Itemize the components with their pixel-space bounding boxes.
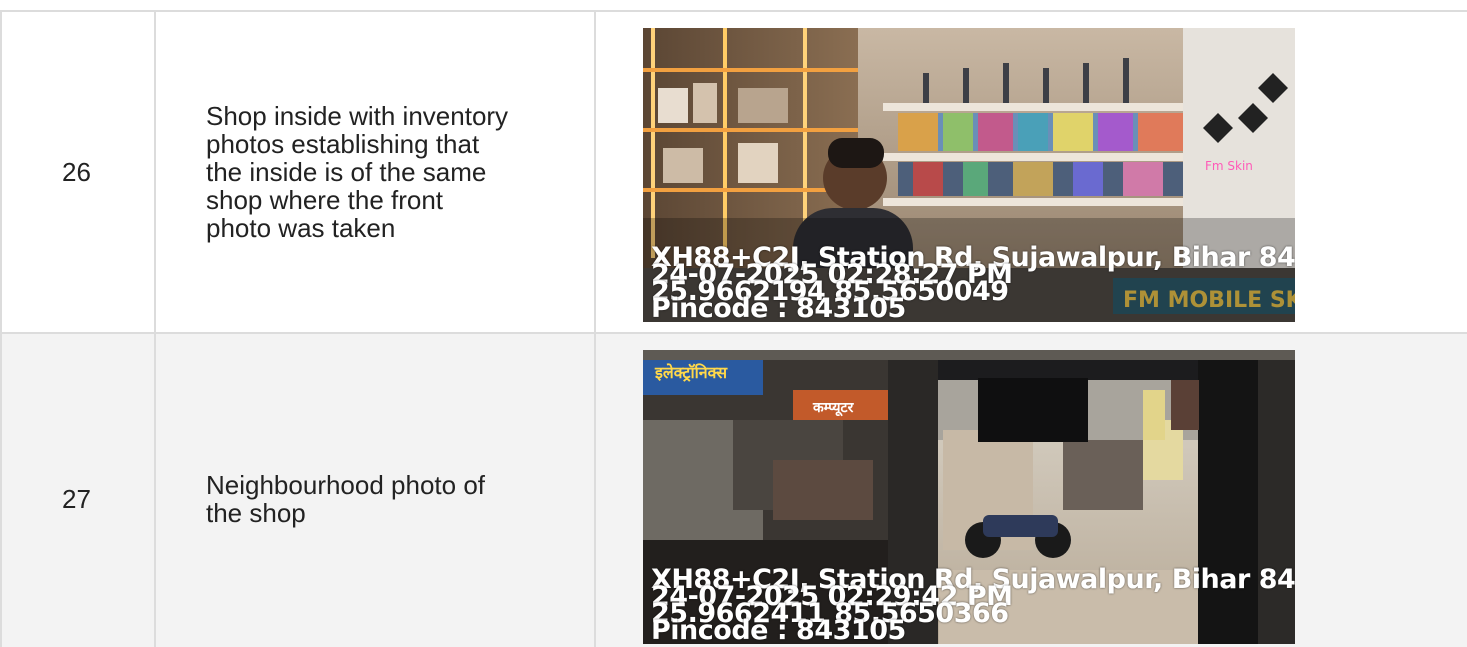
document-page: 26 Shop inside with inventory photos est… — [0, 0, 1467, 647]
photo-cell: इलेक्ट्रॉनिक्स कम्प्यूटर XH88+C2J, Stati… — [594, 332, 1467, 647]
geotag-overlay: XH88+C2J, Station Rd, Sujawalpur, Bihar … — [651, 566, 1295, 644]
description-line: photos establishing that — [206, 129, 480, 159]
banner-text: इलेक्ट्रॉनिक्स — [654, 363, 728, 382]
evidence-table: 26 Shop inside with inventory photos est… — [0, 10, 1467, 647]
description-line: Shop inside with inventory — [206, 101, 509, 131]
table-row: 27 Neighbourhood photo of the shop इलेक्… — [0, 332, 1467, 647]
row-number: 26 — [0, 10, 156, 334]
neon-sign-text: Fm Skin — [1205, 159, 1253, 173]
description-line: shop where the front — [206, 185, 444, 215]
description-line: photo was taken — [206, 213, 396, 243]
description-line: the shop — [206, 498, 306, 528]
row-description: Shop inside with inventory photos establ… — [154, 10, 596, 334]
table-row: 26 Shop inside with inventory photos est… — [0, 10, 1467, 334]
banner-text: कम्प्यूटर — [812, 400, 855, 417]
geotag-overlay: XH88+C2J, Station Rd, Sujawalpur, Bihar … — [651, 244, 1295, 322]
photo-cell: Fm Skin FM MOBILE SK XH88+C2J, Station R… — [594, 10, 1467, 334]
row-number: 27 — [0, 332, 156, 647]
shop-interior-photo: Fm Skin FM MOBILE SK XH88+C2J, Station R… — [643, 28, 1295, 322]
description-line: the inside is of the same — [206, 157, 487, 187]
neighbourhood-photo: इलेक्ट्रॉनिक्स कम्प्यूटर XH88+C2J, Stati… — [643, 350, 1295, 644]
description-line: Neighbourhood photo of — [206, 470, 486, 500]
row-description: Neighbourhood photo of the shop — [154, 332, 596, 647]
